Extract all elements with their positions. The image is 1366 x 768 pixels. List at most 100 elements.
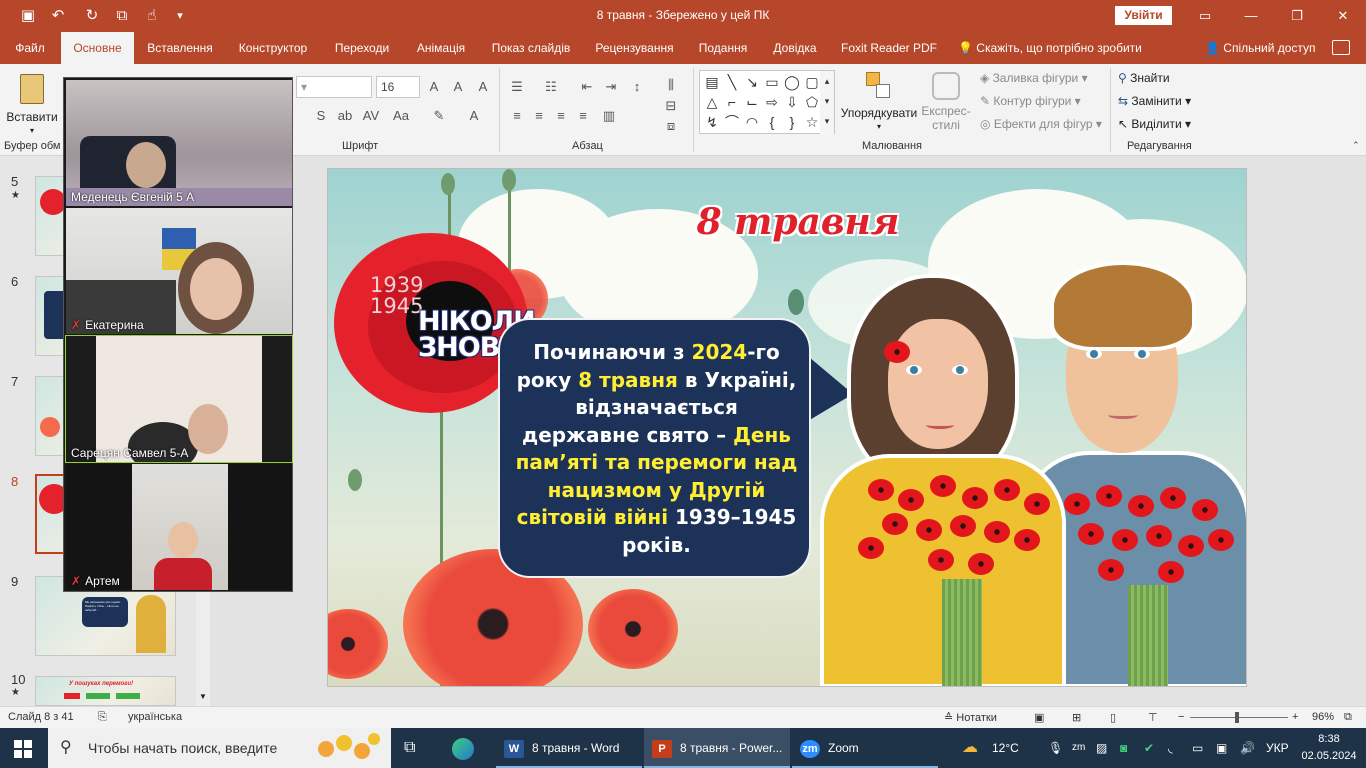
photos-tray-icon[interactable]: ▨ — [1096, 728, 1107, 768]
align-center-icon[interactable]: ≡ — [530, 108, 548, 124]
microphone-icon[interactable]: 🎙 — [1048, 728, 1063, 768]
line-spacing-icon[interactable]: ↕ — [628, 79, 646, 95]
tab-home[interactable]: Основне — [61, 32, 134, 64]
decrease-indent-icon[interactable]: ⇤ — [578, 79, 596, 95]
normal-view-icon[interactable]: ▣ — [1034, 711, 1044, 724]
tab-insert[interactable]: Вставлення — [140, 32, 220, 64]
strikethrough-icon[interactable]: ab — [336, 108, 354, 124]
star-shape-icon[interactable]: ☆ — [802, 112, 822, 132]
paste-button[interactable]: Вставити ▾ — [6, 70, 58, 135]
customize-icon[interactable]: ▾ — [170, 6, 190, 26]
font-color-icon[interactable]: A — [465, 108, 483, 124]
comments-icon[interactable] — [1332, 40, 1350, 55]
text-direction-icon[interactable]: ⫼ — [662, 77, 680, 93]
scroll-down-icon[interactable]: ▼ — [199, 692, 207, 701]
shadow-icon[interactable]: S — [312, 108, 330, 124]
arrange-button[interactable]: Упорядкувати ▾ — [840, 70, 918, 136]
participant-tile-speaking[interactable]: Сарецян Самвел 5-А — [65, 335, 293, 463]
volume-icon[interactable]: 🔊 — [1240, 728, 1255, 768]
flowchart-shape-icon[interactable]: ⬠ — [802, 92, 822, 112]
zoom-level[interactable]: 96% — [1312, 711, 1334, 723]
smartart-icon[interactable]: ⧈ — [662, 118, 680, 134]
taskbar-powerpoint[interactable]: P8 травня - Power... — [644, 728, 790, 768]
slide-thumbnail-10[interactable]: У пошуках перемоги! — [35, 676, 176, 706]
columns-icon[interactable]: ▥ — [600, 108, 618, 124]
align-text-icon[interactable]: ⊟ — [662, 98, 680, 114]
ribbon-display-icon[interactable]: ▭ — [1182, 0, 1228, 32]
textbox-shape-icon[interactable]: ▤ — [702, 72, 722, 92]
zoom-tray-icon[interactable]: zm — [1072, 728, 1085, 768]
reading-view-icon[interactable]: ▯ — [1110, 711, 1116, 724]
right-arrow-shape-icon[interactable]: ⇨ — [762, 92, 782, 112]
numbering-icon[interactable]: ☷ — [542, 79, 560, 95]
tab-help[interactable]: Довідка — [764, 32, 826, 64]
green-tray-icon[interactable]: ◙ — [1120, 728, 1127, 768]
justify-icon[interactable]: ≡ — [574, 108, 592, 124]
oval-shape-icon[interactable]: ◯ — [782, 72, 802, 92]
freeform-shape-icon[interactable]: ↯ — [702, 112, 722, 132]
shape-outline-button[interactable]: ✎ Контур фігури ▾ — [980, 94, 1081, 108]
tab-slideshow[interactable]: Показ слайдів — [484, 32, 578, 64]
char-spacing-icon[interactable]: AV — [362, 108, 380, 124]
zoom-video-panel[interactable]: Меденець Євгеній 5 А ✗ Екатерина Сарецян … — [63, 77, 293, 592]
input-language[interactable]: УКР — [1266, 728, 1289, 768]
right-brace-shape-icon[interactable]: } — [782, 112, 802, 132]
taskbar-clock[interactable]: 8:38 02.05.2024 — [1298, 731, 1360, 765]
highlight-icon[interactable]: ✎ — [430, 108, 448, 124]
arrow-line-shape-icon[interactable]: ↘ — [742, 72, 762, 92]
align-right-icon[interactable]: ≡ — [552, 108, 570, 124]
slide-title[interactable]: 8 травня — [598, 201, 998, 243]
maximize-button[interactable]: ❐ — [1274, 0, 1320, 32]
font-size-combo[interactable]: 16 — [376, 76, 420, 98]
shape-fill-button[interactable]: ◈ Заливка фігури ▾ — [980, 71, 1088, 85]
align-left-icon[interactable]: ≡ — [508, 108, 526, 124]
tab-review[interactable]: Рецензування — [588, 32, 681, 64]
taskbar-zoom[interactable]: zm Zoom — [792, 728, 938, 768]
collapse-ribbon-icon[interactable]: ⌃ — [1352, 140, 1360, 151]
notification-icon[interactable]: ▭ — [1192, 728, 1203, 768]
redo-icon[interactable]: ↻ — [82, 6, 102, 26]
zoom-in-icon[interactable]: + — [1292, 711, 1298, 723]
left-brace-shape-icon[interactable]: { — [762, 112, 782, 132]
notes-button[interactable]: ≙ Нотатки — [944, 711, 997, 724]
taskbar-search[interactable]: ⚲ Чтобы начать поиск, введите — [48, 728, 391, 768]
curve-shape-icon[interactable]: ⌒ — [722, 112, 742, 132]
increase-indent-icon[interactable]: ⇥ — [602, 79, 620, 95]
close-button[interactable]: ✕ — [1320, 0, 1366, 32]
find-button[interactable]: ⚲ Знайти — [1118, 71, 1170, 85]
arc-shape-icon[interactable]: ◠ — [742, 112, 762, 132]
elbow-arrow-icon[interactable]: ⌙ — [742, 92, 762, 112]
share-button[interactable]: 👤 Спільний доступ — [1205, 32, 1316, 64]
rectangle-shape-icon[interactable]: ▭ — [762, 72, 782, 92]
tab-design[interactable]: Конструктор — [230, 32, 316, 64]
triangle-shape-icon[interactable]: △ — [702, 92, 722, 112]
bubble-text[interactable]: Починаючи з 2024-го року 8 травня в Укра… — [514, 339, 799, 559]
slide-sorter-icon[interactable]: ⊞ — [1072, 711, 1081, 724]
select-button[interactable]: ↖ Виділити ▾ — [1118, 117, 1191, 131]
network-icon[interactable]: ◟ — [1168, 728, 1173, 768]
fit-to-window-icon[interactable]: ⧉ — [1344, 711, 1352, 724]
sign-in-button[interactable]: Увійти — [1115, 6, 1172, 25]
shrink-font-icon[interactable]: A — [449, 79, 467, 95]
language-indicator[interactable]: українська — [128, 711, 182, 723]
tab-file[interactable]: Файл — [4, 32, 56, 64]
zoom-slider-knob[interactable] — [1235, 712, 1239, 723]
quick-styles-button[interactable]: Експрес-стилі — [920, 70, 972, 136]
gallery-scroll-icon[interactable]: ▴ ▾ ▾ — [820, 71, 834, 135]
spellcheck-icon[interactable]: ⎘ — [98, 711, 107, 724]
current-slide[interactable]: 8 травня 1939 1945 НІКОЛИ ЗНОВУ Починаюч… — [327, 168, 1247, 687]
windows-start-icon[interactable] — [14, 740, 32, 758]
task-view-icon[interactable]: ⧉ — [404, 728, 415, 768]
weather-temperature[interactable]: 12°C — [992, 728, 1019, 768]
clear-format-icon[interactable]: A — [474, 79, 492, 95]
edge-browser-icon[interactable] — [452, 728, 474, 768]
elbow-connector-icon[interactable]: ⌐ — [722, 92, 742, 112]
undo-icon[interactable]: ↶ — [48, 6, 68, 26]
grow-font-icon[interactable]: A — [425, 79, 443, 95]
participant-tile[interactable]: ✗ Екатерина — [66, 208, 292, 334]
rounded-rect-shape-icon[interactable]: ▢ — [802, 72, 822, 92]
minimize-button[interactable]: — — [1228, 0, 1274, 32]
down-arrow-shape-icon[interactable]: ⇩ — [782, 92, 802, 112]
tab-view[interactable]: Подання — [692, 32, 754, 64]
bullets-icon[interactable]: ☰ — [508, 79, 526, 95]
